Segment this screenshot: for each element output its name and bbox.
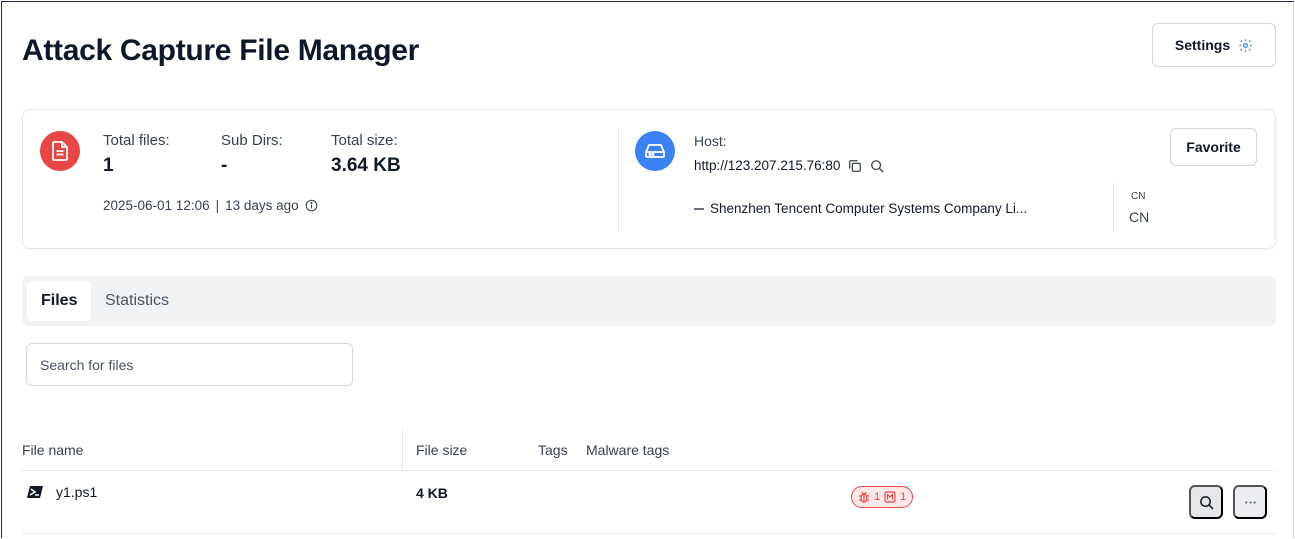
timestamp-date: 2025-06-01 12:06: [103, 198, 210, 213]
settings-label: Settings: [1174, 37, 1231, 53]
card-divider: [618, 128, 619, 232]
settings-button[interactable]: Settings: [1152, 23, 1276, 67]
column-header-file-name[interactable]: File name: [22, 442, 83, 458]
column-divider[interactable]: [402, 430, 403, 470]
country-code-small: CN: [1131, 191, 1146, 202]
powershell-icon: [27, 486, 43, 498]
row-more-button[interactable]: [1233, 485, 1267, 519]
timestamp-separator: |: [215, 198, 220, 213]
timestamp-relative: 13 days ago: [225, 198, 299, 213]
search-icon: [1199, 495, 1214, 510]
favorite-button[interactable]: Favorite: [1170, 128, 1257, 166]
total-files-label: Total files:: [103, 132, 170, 149]
file-name[interactable]: y1.ps1: [56, 484, 97, 500]
more-icon: [1244, 500, 1256, 504]
organization-name: Shenzhen Tencent Computer Systems Compan…: [710, 201, 1028, 216]
search-icon[interactable]: [870, 159, 884, 173]
document-icon: [40, 131, 80, 171]
m-count: 1: [900, 491, 907, 503]
stat-sub-dirs: Sub Dirs: -: [221, 132, 283, 177]
table-row[interactable]: y1.ps1: [26, 484, 97, 500]
info-icon[interactable]: [305, 199, 318, 212]
total-size-label: Total size:: [331, 132, 398, 149]
flag-icon: [694, 207, 704, 210]
country-code: CN: [1129, 209, 1150, 225]
m-tag-icon: [884, 491, 896, 503]
gear-icon: [1239, 38, 1252, 52]
host-url[interactable]: http://123.207.215.76:80: [694, 158, 840, 173]
malware-badge[interactable]: 1 1: [851, 486, 914, 508]
tab-statistics[interactable]: Statistics: [91, 281, 183, 321]
bug-count: 1: [874, 491, 881, 503]
total-size-value: 3.64 KB: [331, 155, 401, 176]
header-separator: [22, 470, 1276, 471]
page-title: Attack Capture File Manager: [22, 34, 420, 67]
file-size: 4 KB: [416, 485, 448, 501]
server-icon: [635, 131, 675, 171]
sub-dirs-label: Sub Dirs:: [221, 132, 283, 149]
tab-files[interactable]: Files: [27, 281, 92, 321]
column-header-tags[interactable]: Tags: [538, 442, 568, 458]
search-input[interactable]: [26, 343, 353, 386]
organization-row: Shenzhen Tencent Computer Systems Compan…: [694, 201, 1027, 216]
stat-total-files: Total files: 1: [103, 132, 170, 177]
tab-bar: Files Statistics: [22, 276, 1276, 326]
host-label: Host:: [694, 133, 727, 149]
column-header-malware-tags[interactable]: Malware tags: [586, 442, 669, 458]
country-divider: [1113, 183, 1114, 231]
row-separator: [22, 533, 1276, 534]
copy-icon[interactable]: [848, 159, 862, 173]
capture-timestamp: 2025-06-01 12:06 | 13 days ago: [103, 198, 318, 213]
host-url-row: http://123.207.215.76:80: [694, 158, 884, 173]
column-header-file-size[interactable]: File size: [416, 442, 467, 458]
total-files-value: 1: [103, 155, 114, 176]
bug-icon: [859, 491, 869, 503]
sub-dirs-value: -: [221, 155, 228, 176]
stat-total-size: Total size: 3.64 KB: [331, 132, 401, 177]
summary-card: Total files: 1 Sub Dirs: - Total size: 3…: [22, 109, 1276, 249]
row-search-button[interactable]: [1189, 485, 1223, 519]
